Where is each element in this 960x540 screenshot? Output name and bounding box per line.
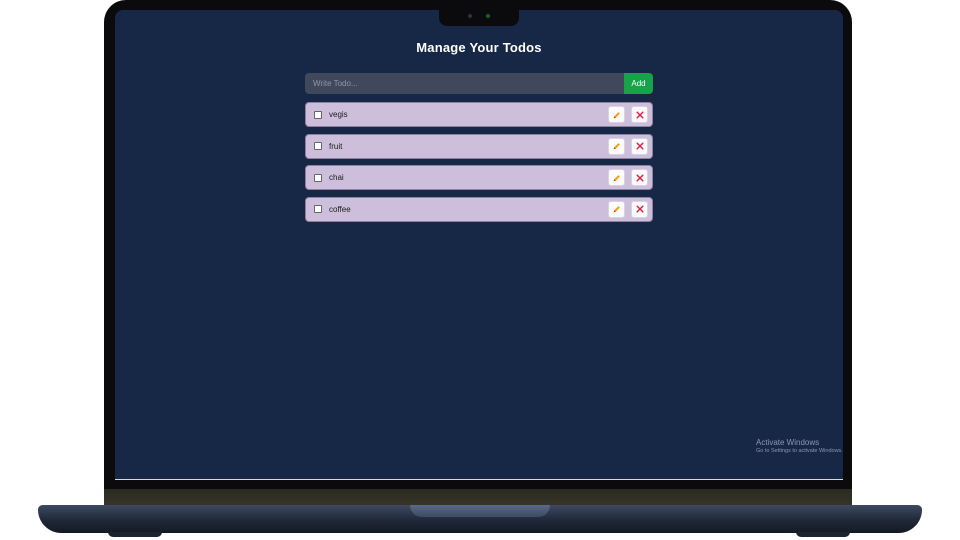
edit-button[interactable] bbox=[608, 106, 625, 123]
close-icon bbox=[635, 205, 644, 213]
page-title: Manage Your Todos bbox=[416, 40, 542, 55]
todo-list: vegis fruit chai coffee bbox=[305, 102, 653, 228]
todo-input[interactable] bbox=[305, 73, 624, 94]
pencil-icon bbox=[613, 174, 620, 181]
add-todo-form: Add bbox=[305, 73, 653, 94]
todo-text: coffee bbox=[329, 204, 351, 214]
camera-notch bbox=[439, 6, 519, 26]
laptop-hinge bbox=[104, 489, 852, 505]
todo-checkbox[interactable] bbox=[314, 205, 322, 213]
close-icon bbox=[635, 173, 644, 182]
screen-edge bbox=[115, 479, 843, 480]
app-screen: Manage Your Todos Add vegis bbox=[115, 10, 843, 479]
laptop-mockup: Manage Your Todos Add vegis bbox=[0, 0, 960, 540]
camera-indicator-icon bbox=[486, 14, 490, 18]
delete-button[interactable] bbox=[631, 137, 648, 155]
windows-activation-watermark: Activate Windows Go to Settings to activ… bbox=[756, 438, 843, 454]
todo-checkbox[interactable] bbox=[314, 173, 322, 182]
edit-button[interactable] bbox=[608, 200, 625, 218]
delete-button[interactable] bbox=[631, 200, 648, 218]
close-icon bbox=[635, 142, 644, 150]
todo-item: vegis bbox=[305, 102, 653, 127]
delete-button[interactable] bbox=[631, 169, 648, 186]
watermark-title: Activate Windows bbox=[756, 438, 820, 447]
laptop-foot-right bbox=[796, 532, 850, 537]
watermark-subtitle: Go to Settings to activate Windows. bbox=[756, 448, 843, 454]
laptop-foot-left bbox=[108, 532, 162, 537]
todo-checkbox[interactable] bbox=[314, 110, 322, 119]
camera-icon bbox=[468, 14, 472, 18]
todo-text: vegis bbox=[329, 110, 348, 119]
edit-button[interactable] bbox=[608, 169, 625, 186]
todo-item: coffee bbox=[305, 196, 653, 222]
pencil-icon bbox=[613, 111, 620, 118]
laptop-opening-notch bbox=[410, 505, 550, 517]
todo-text: fruit bbox=[329, 141, 343, 151]
todo-text: chai bbox=[329, 173, 344, 182]
pencil-icon bbox=[613, 143, 620, 150]
pencil-icon bbox=[613, 206, 620, 213]
edit-button[interactable] bbox=[608, 137, 625, 155]
delete-button[interactable] bbox=[631, 106, 648, 123]
close-icon bbox=[635, 110, 644, 119]
todo-item: fruit bbox=[305, 133, 653, 159]
todo-item: chai bbox=[305, 165, 653, 190]
add-button[interactable]: Add bbox=[624, 73, 653, 94]
todo-checkbox[interactable] bbox=[314, 142, 322, 150]
